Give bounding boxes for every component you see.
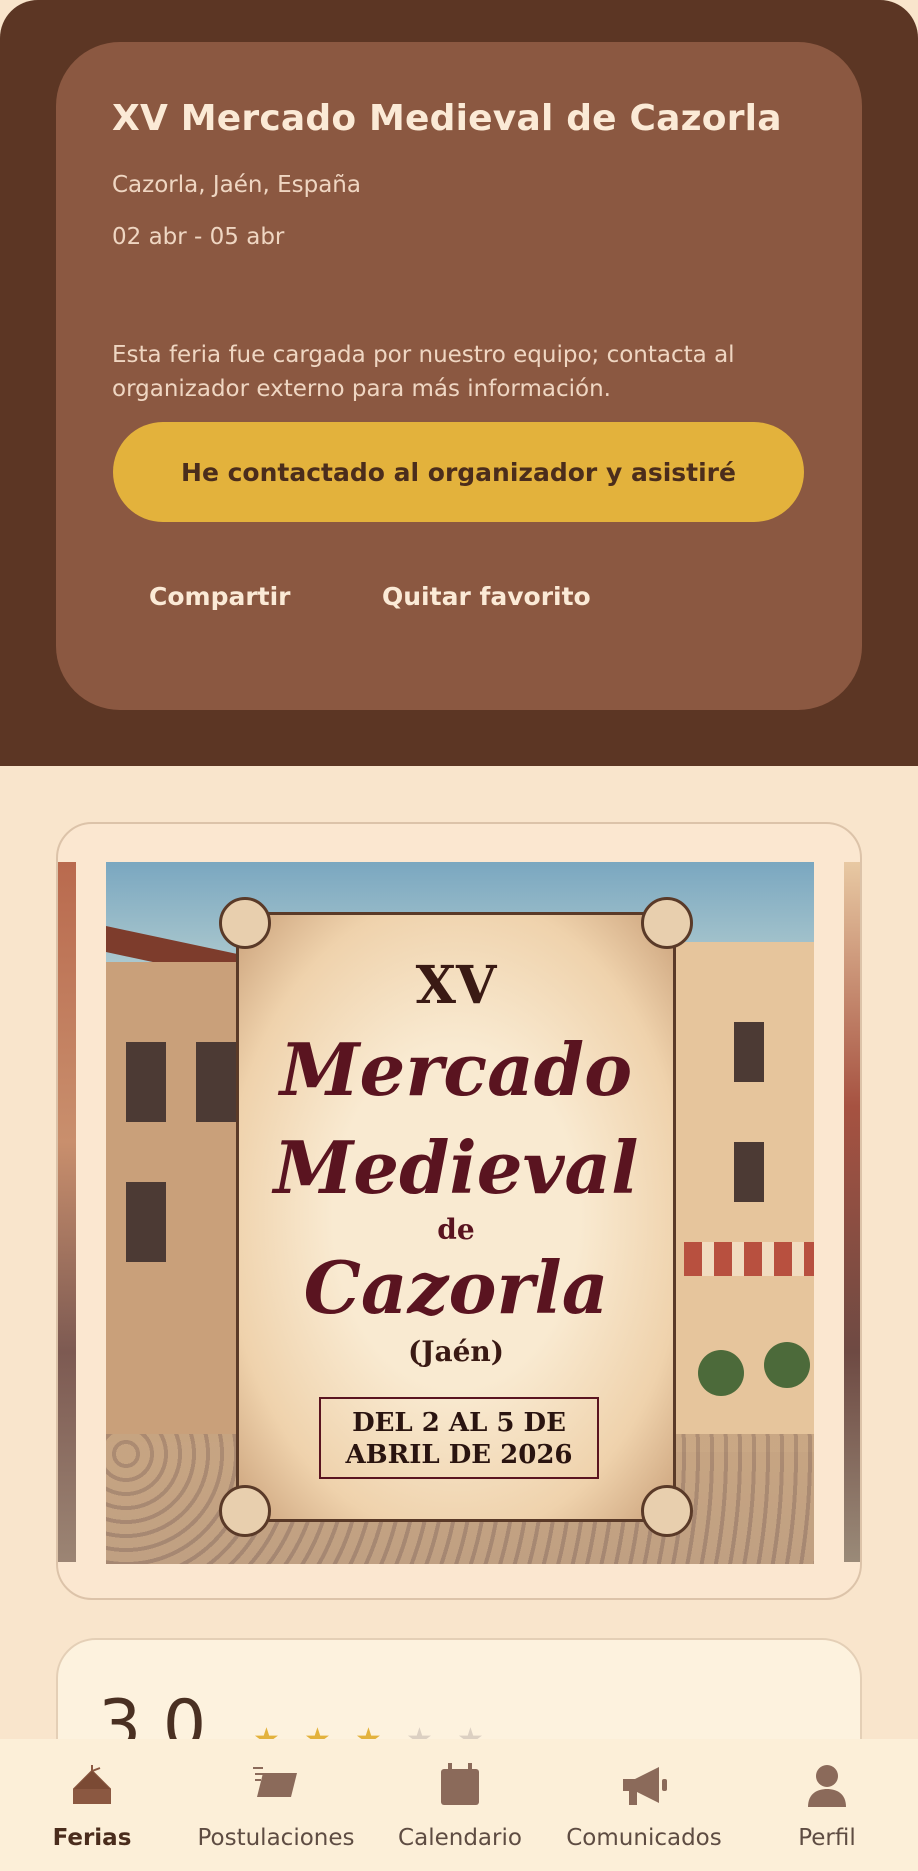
nav-item-comunicados[interactable]: Comunicados [552, 1739, 736, 1871]
calendar-icon [439, 1763, 481, 1811]
poster-awning [684, 1242, 814, 1276]
nav-label: Perfil [798, 1825, 856, 1851]
nav-item-postulaciones[interactable]: Postulaciones [184, 1739, 368, 1871]
ticket-icon [253, 1763, 299, 1807]
tent-icon [70, 1763, 114, 1813]
poster-title-line: Mercado [279, 1027, 633, 1112]
next-image-peek[interactable] [844, 862, 860, 1562]
poster-title-line: Medieval [273, 1125, 639, 1210]
event-title: XV Mercado Medieval de Cazorla [112, 98, 782, 139]
nav-item-ferias[interactable]: Ferias [0, 1739, 184, 1871]
poster-title-connector: de [437, 1213, 475, 1246]
scroll-curl [641, 1485, 693, 1537]
share-button[interactable]: Compartir [149, 582, 291, 611]
previous-image-peek[interactable] [58, 862, 76, 1562]
person-icon [806, 1763, 848, 1813]
bottom-navigation: Ferias Postulaciones Calendario Comunica… [0, 1739, 918, 1871]
remove-favorite-button[interactable]: Quitar favorito [382, 582, 591, 611]
scroll-curl [219, 897, 271, 949]
poster-gallery[interactable]: XV Mercado Medieval de Cazorla (Jaén) DE… [56, 822, 862, 1600]
event-dates: 02 abr - 05 abr [112, 224, 285, 250]
event-location: Cazorla, Jaén, España [112, 172, 361, 198]
event-note: Esta feria fue cargada por nuestro equip… [112, 342, 735, 402]
event-summary-card: XV Mercado Medieval de Cazorla Cazorla, … [56, 42, 862, 710]
header-background: XV Mercado Medieval de Cazorla Cazorla, … [0, 0, 918, 766]
event-poster-image[interactable]: XV Mercado Medieval de Cazorla (Jaén) DE… [106, 862, 814, 1564]
poster-dates: DEL 2 AL 5 DE ABRIL DE 2026 [321, 1407, 597, 1471]
poster-dates-line: DEL 2 AL 5 DE [352, 1408, 566, 1438]
poster-plant [698, 1350, 744, 1396]
poster-building-left [106, 962, 236, 1442]
poster-scroll: XV Mercado Medieval de Cazorla (Jaén) DE… [219, 897, 693, 1537]
megaphone-icon [619, 1763, 669, 1813]
scroll-curl [641, 897, 693, 949]
contacted-organizer-button[interactable]: He contactado al organizador y asistiré [113, 422, 804, 522]
poster-edition: XV [415, 955, 497, 1016]
nav-label: Postulaciones [197, 1825, 355, 1851]
poster-region: (Jaén) [407, 1335, 505, 1368]
poster-date-frame: DEL 2 AL 5 DE ABRIL DE 2026 [319, 1397, 599, 1479]
nav-label: Calendario [398, 1825, 522, 1851]
nav-label: Comunicados [566, 1825, 722, 1851]
nav-item-calendario[interactable]: Calendario [368, 1739, 552, 1871]
scroll-curl [219, 1485, 271, 1537]
poster-dates-line: ABRIL DE 2026 [345, 1440, 573, 1470]
nav-item-perfil[interactable]: Perfil [736, 1739, 918, 1871]
event-actions: Compartir Quitar favorito [56, 582, 862, 642]
poster-title-line: Cazorla [303, 1245, 609, 1330]
poster-plant [764, 1342, 810, 1388]
nav-label: Ferias [52, 1825, 132, 1851]
